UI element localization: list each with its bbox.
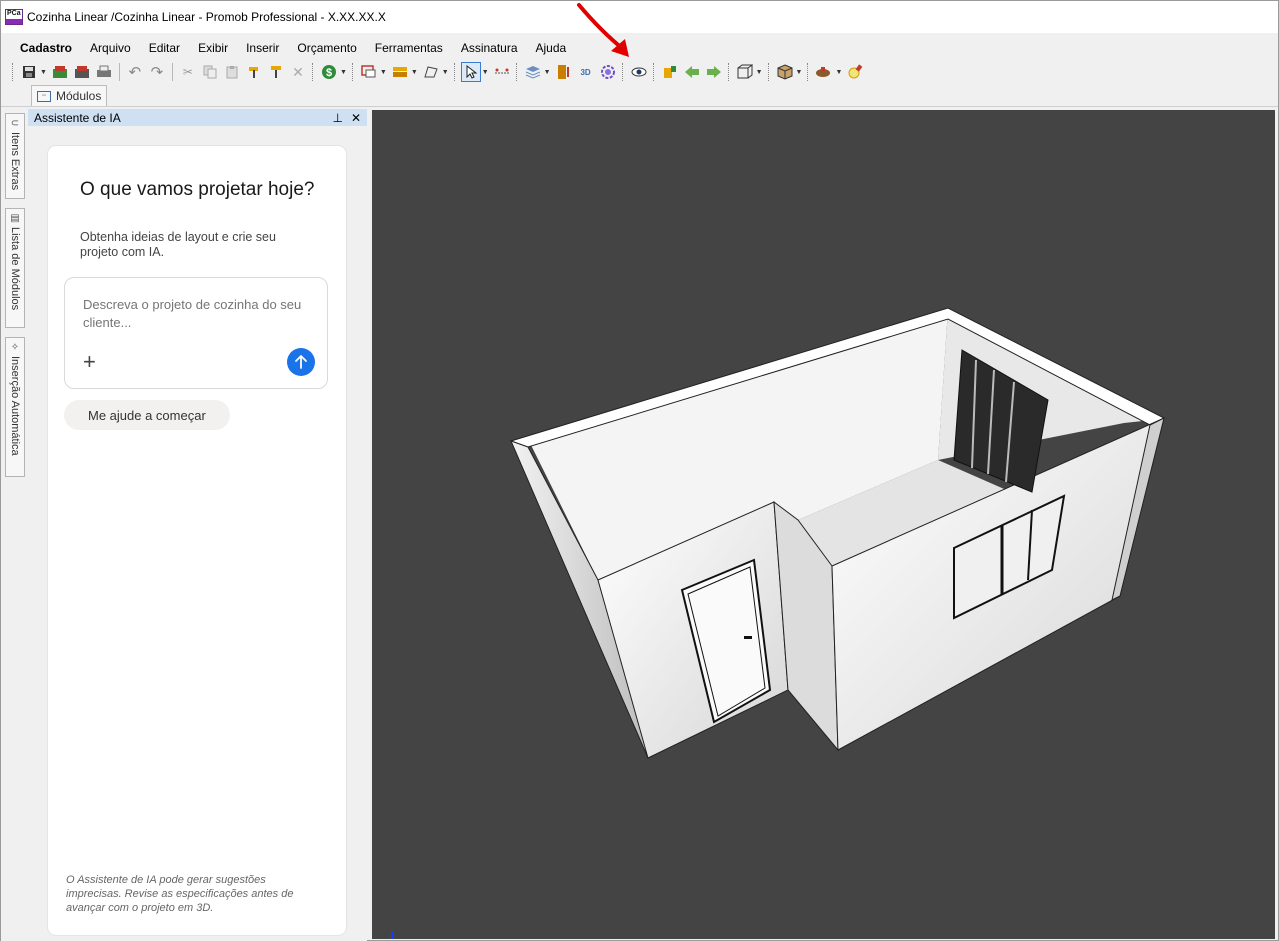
arrow-right-icon[interactable] [704,62,724,82]
copy-icon[interactable] [200,62,220,82]
save-dropdown-icon[interactable]: ▼ [40,69,47,76]
prompt-input[interactable] [83,296,313,336]
side-tab-insercao-automatica[interactable]: ✧ Inserção Automática [5,337,25,477]
modules-tab[interactable]: ▫▫ Módulos [31,85,108,106]
menu-assinatura[interactable]: Assinatura [452,38,527,58]
side-tab-lista-modulos[interactable]: ▤ Lista de Módulos [5,208,25,328]
save-icon[interactable] [19,62,39,82]
measure-icon[interactable] [492,62,512,82]
close-icon[interactable]: ✕ [351,111,361,125]
open-icon[interactable] [50,62,70,82]
side-tab-label: Inserção Automática [9,356,21,456]
svg-text:$: $ [326,67,332,79]
price-icon[interactable]: $ [319,62,339,82]
price-dropdown-icon[interactable]: ▼ [340,69,347,76]
menu-orcamento[interactable]: Orçamento [288,38,365,58]
menu-arquivo[interactable]: Arquivo [81,38,140,58]
render3d-label: 3D [580,67,591,77]
list-icon: ▤ [10,213,20,224]
disclaimer-text: O Assistente de IA pode gerar sugestões … [66,874,294,914]
wand-icon: ✧ [10,342,20,353]
app-window: PCa Cozinha Linear /Cozinha Linear - Pro… [0,0,1279,941]
wall-icon[interactable] [390,62,410,82]
annotation-arrow [577,3,629,57]
menu-cadastro[interactable]: Cadastro [11,38,81,58]
delete-icon[interactable]: ✕ [288,62,308,82]
light-icon[interactable] [845,62,865,82]
floorplan-icon[interactable] [359,62,379,82]
paste-icon[interactable] [222,62,242,82]
modules-tab-label: Módulos [56,89,102,103]
lamp-icon[interactable] [814,62,834,82]
arrow-left-icon[interactable] [682,62,702,82]
3d-viewport[interactable] [372,110,1275,939]
undo-icon[interactable]: ↶ [125,62,145,82]
ai-assistant-icon[interactable] [598,62,618,82]
page-subtitle: Obtenha ideias de layout e crie seu proj… [80,230,276,259]
app-logo: PCa [5,9,23,25]
modules-bar: ▫▫ Módulos [1,85,1278,107]
eye-icon[interactable] [629,62,649,82]
view3d-icon[interactable] [735,62,755,82]
hammer-icon[interactable] [244,62,264,82]
side-tab-strip: ⊂ Itens Extras ▤ Lista de Módulos ✧ Inse… [1,109,28,941]
paperclip-icon: ⊂ [10,118,20,129]
panel-title: Assistente de IA [34,110,121,125]
shape-icon[interactable] [421,62,441,82]
menu-editar[interactable]: Editar [140,38,189,58]
assistant-card: O que vamos projetar hoje? Obtenha ideia… [48,146,346,935]
side-tab-itens-extras[interactable]: ⊂ Itens Extras [5,113,25,199]
help-me-start-button[interactable]: Me ajude a começar [64,400,230,430]
layers-icon[interactable] [523,62,543,82]
paint-icon[interactable] [660,62,680,82]
send-button[interactable] [287,348,315,376]
print-preview-icon[interactable] [72,62,92,82]
pin-icon[interactable]: ⊥ [332,111,342,125]
redo-icon[interactable]: ↷ [147,62,167,82]
room-3d-model [391,307,1166,939]
arrow-up-icon [295,355,307,369]
paint-roller-icon[interactable] [266,62,286,82]
panel-header: Assistente de IA ⊥ ✕ [28,109,367,126]
select-icon[interactable] [460,62,481,82]
side-tab-label: Lista de Módulos [9,227,21,311]
render3d-icon[interactable]: 3D [576,62,596,82]
attach-button[interactable]: + [83,351,96,373]
menu-ajuda[interactable]: Ajuda [527,38,576,58]
menu-ferramentas[interactable]: Ferramentas [366,38,452,58]
cut-icon[interactable]: ✂ [178,62,198,82]
menu-exibir[interactable]: Exibir [189,38,237,58]
modules-icon: ▫▫ [37,90,51,102]
ai-assistant-panel: Assistente de IA ⊥ ✕ O que vamos projeta… [28,109,367,941]
side-tab-label: Itens Extras [9,132,21,191]
menu-inserir[interactable]: Inserir [237,38,288,58]
box-icon[interactable] [775,62,795,82]
window-title: Cozinha Linear /Cozinha Linear - Promob … [27,10,386,24]
print-icon[interactable] [94,62,114,82]
door-icon[interactable] [554,62,574,82]
page-title: O que vamos projetar hoje? [80,179,315,200]
prompt-box: + [64,277,328,389]
toolbar-grip [12,63,15,81]
